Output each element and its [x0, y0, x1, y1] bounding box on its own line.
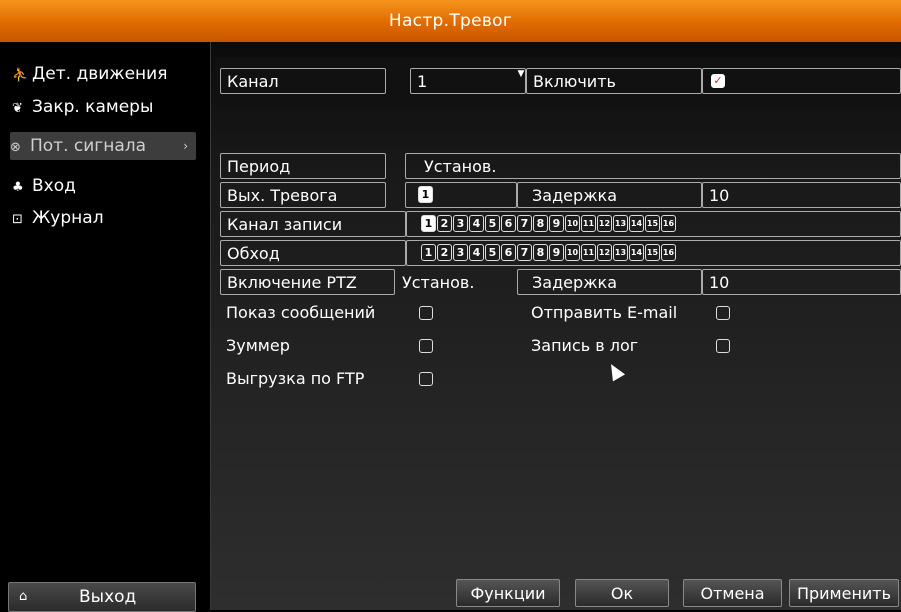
- sidebar-item-label: Закр. камеры: [32, 97, 154, 117]
- sidebar-item-label: Пот. сигнала: [30, 136, 147, 156]
- record-channel-toggle-11[interactable]: 11: [581, 215, 596, 232]
- record-channel-toggle-4[interactable]: 4: [469, 215, 484, 232]
- tour-channel-toggle-10[interactable]: 10: [565, 244, 580, 261]
- sidebar-item-tamper[interactable]: ❦ Закр. камеры: [12, 93, 153, 121]
- tour-channel-toggle-16[interactable]: 16: [661, 244, 676, 261]
- alarm-out-toggle[interactable]: 1: [418, 186, 433, 203]
- sidebar-item-input[interactable]: ♣ Вход: [12, 172, 76, 200]
- delay-label: Задержка: [517, 182, 702, 208]
- tour-channel-selector: 1 2 3 4 5 6 7 8 9 10 11 12 13 14 15 16: [421, 244, 676, 262]
- write-log-label: Запись в лог: [531, 336, 639, 355]
- home-icon: ⌂: [19, 589, 28, 604]
- record-channel-toggle-9[interactable]: 9: [549, 215, 564, 232]
- record-channel-toggle-3[interactable]: 3: [453, 215, 468, 232]
- main-panel: [210, 42, 901, 610]
- cancel-button[interactable]: Отмена: [683, 579, 782, 607]
- tour-channel-toggle-8[interactable]: 8: [533, 244, 548, 261]
- tour-label: Обход: [220, 240, 406, 266]
- enable-label: Включить: [526, 68, 702, 94]
- tour-field: 1 2 3 4 5 6 7 8 9 10 11 12 13 14 15 16: [406, 240, 901, 266]
- tour-channel-toggle-2[interactable]: 2: [437, 244, 452, 261]
- enable-checkbox[interactable]: ✓: [711, 74, 725, 88]
- record-channel-toggle-7[interactable]: 7: [517, 215, 532, 232]
- tour-channel-toggle-12[interactable]: 12: [597, 244, 612, 261]
- tour-channel-toggle-1[interactable]: 1: [421, 244, 436, 261]
- sidebar-item-motion[interactable]: ⛹ Дет. движения: [12, 60, 167, 88]
- input-icon: ♣: [12, 180, 24, 195]
- ptz-delay-input[interactable]: 10: [702, 269, 901, 295]
- tour-channel-toggle-14[interactable]: 14: [629, 244, 644, 261]
- period-label: Период: [220, 153, 386, 179]
- channel-value: 1: [417, 72, 428, 91]
- record-channel-toggle-6[interactable]: 6: [501, 215, 516, 232]
- sidebar-item-label: Вход: [32, 176, 76, 196]
- show-message-label: Показ сообщений: [226, 303, 376, 322]
- chevron-right-icon: ›: [183, 139, 188, 153]
- check-icon: ✓: [713, 74, 723, 87]
- channel-label: Канал: [220, 68, 386, 94]
- record-channel-toggle-12[interactable]: 12: [597, 215, 612, 232]
- write-log-checkbox[interactable]: [716, 339, 730, 353]
- record-channel-toggle-13[interactable]: 13: [613, 215, 628, 232]
- delay-input[interactable]: 10: [702, 182, 901, 208]
- tour-channel-toggle-7[interactable]: 7: [517, 244, 532, 261]
- show-message-checkbox[interactable]: [419, 306, 433, 320]
- sidebar-item-log[interactable]: ⊡ Журнал: [12, 204, 104, 232]
- dropdown-arrow-icon: ▼: [517, 69, 525, 79]
- ftp-upload-checkbox[interactable]: [419, 372, 433, 386]
- send-email-label: Отправить E-mail: [531, 303, 678, 322]
- tamper-icon: ❦: [12, 101, 23, 116]
- exit-button[interactable]: ⌂ Выход: [8, 582, 196, 612]
- channel-dropdown[interactable]: 1 ▼: [410, 68, 526, 94]
- record-channel-toggle-5[interactable]: 5: [485, 215, 500, 232]
- apply-button[interactable]: Применить: [789, 579, 899, 607]
- exit-label: Выход: [79, 587, 137, 607]
- tour-channel-toggle-3[interactable]: 3: [453, 244, 468, 261]
- ptz-label: Включение PTZ: [220, 269, 395, 295]
- window-title: Настр.Тревог: [388, 11, 513, 31]
- period-setup-button[interactable]: Установ.: [405, 153, 901, 179]
- ok-button[interactable]: Ок: [575, 579, 669, 607]
- sidebar-item-label: Дет. движения: [32, 64, 168, 84]
- tour-channel-toggle-9[interactable]: 9: [549, 244, 564, 261]
- send-email-checkbox[interactable]: [716, 306, 730, 320]
- sidebar-item-label: Журнал: [32, 208, 104, 228]
- tour-channel-toggle-4[interactable]: 4: [469, 244, 484, 261]
- enable-field: ✓: [702, 68, 901, 94]
- record-channel-toggle-14[interactable]: 14: [629, 215, 644, 232]
- alarm-out-field: 1: [405, 182, 517, 208]
- tour-channel-toggle-15[interactable]: 15: [645, 244, 660, 261]
- record-channel-toggle-15[interactable]: 15: [645, 215, 660, 232]
- ptz-setup-button[interactable]: Установ.: [395, 269, 517, 295]
- ptz-delay-label: Задержка: [517, 269, 702, 295]
- tour-channel-toggle-11[interactable]: 11: [581, 244, 596, 261]
- functions-button[interactable]: Функции: [456, 579, 560, 607]
- record-channel-toggle-8[interactable]: 8: [533, 215, 548, 232]
- record-channel-toggle-2[interactable]: 2: [437, 215, 452, 232]
- buzzer-checkbox[interactable]: [419, 339, 433, 353]
- record-channel-field: 1 2 3 4 5 6 7 8 9 10 11 12 13 14 15 16: [406, 211, 901, 237]
- sidebar-item-video-loss[interactable]: ⊗ Пот. сигнала ›: [10, 132, 196, 160]
- record-channel-selector: 1 2 3 4 5 6 7 8 9 10 11 12 13 14 15 16: [421, 215, 676, 233]
- sidebar: ⛹ Дет. движения ❦ Закр. камеры ⊗ Пот. сигна…: [0, 42, 196, 612]
- alarm-out-label: Вых. Тревога: [220, 182, 386, 208]
- record-channel-label: Канал записи: [220, 211, 406, 237]
- record-channel-toggle-1[interactable]: 1: [421, 215, 436, 232]
- record-channel-toggle-16[interactable]: 16: [661, 215, 676, 232]
- tour-channel-toggle-13[interactable]: 13: [613, 244, 628, 261]
- buzzer-label: Зуммер: [226, 336, 290, 355]
- tour-channel-toggle-6[interactable]: 6: [501, 244, 516, 261]
- video-loss-icon: ⊗: [10, 140, 21, 155]
- ftp-upload-label: Выгрузка по FTP: [226, 369, 365, 388]
- window-title-bar: Настр.Тревог: [0, 0, 901, 42]
- record-channel-toggle-10[interactable]: 10: [565, 215, 580, 232]
- motion-icon: ⛹: [12, 68, 29, 83]
- log-icon: ⊡: [12, 212, 23, 227]
- tour-channel-toggle-5[interactable]: 5: [485, 244, 500, 261]
